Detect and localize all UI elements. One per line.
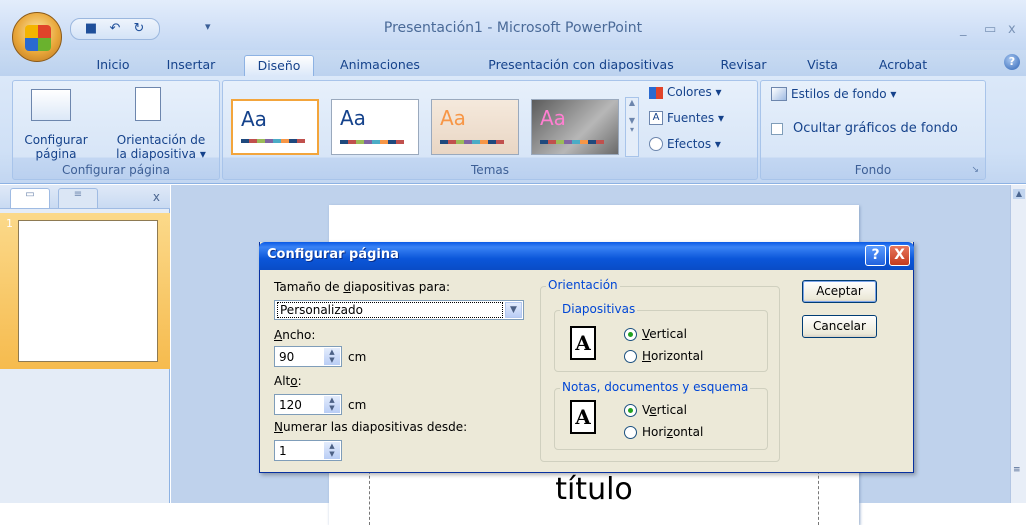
ribbon-tab-bar: Inicio Insertar Diseño Animaciones Prese…: [0, 50, 1026, 76]
slide-thumbnail[interactable]: [18, 220, 158, 362]
notes-orientation-legend: Notas, documentos y esquema: [560, 380, 751, 394]
tab-diseno[interactable]: Diseño: [244, 55, 314, 76]
window-title: Presentación1 - Microsoft PowerPoint: [383, 20, 643, 36]
slides-vertical-radio[interactable]: [624, 328, 637, 341]
slide-size-label: Tamaño de diapositivas para:: [274, 280, 451, 294]
ocultar-graficos-label: Ocultar gráficos de fondo: [793, 121, 958, 136]
group-temas: Aa Aa Aa Aa ▲ ▼ ▾ Colores ▾ A Fuentes ▾ Ef…: [222, 80, 758, 180]
chevron-down-icon[interactable]: ▼: [505, 302, 522, 318]
panel-close-button[interactable]: x: [153, 190, 160, 204]
vertical-scrollbar[interactable]: ▲ ≡: [1010, 185, 1026, 503]
group-label: Configurar página: [61, 163, 171, 177]
cancelar-button[interactable]: Cancelar: [802, 315, 877, 338]
notes-vertical-radio[interactable]: [624, 404, 637, 417]
dialog-titlebar[interactable]: Configurar página ? X: [259, 242, 914, 270]
configurar-pagina-button[interactable]: Configurar página: [13, 133, 99, 161]
theme-2[interactable]: Aa: [331, 99, 419, 155]
tab-vista[interactable]: Vista: [800, 55, 845, 76]
slides-horizontal-radio[interactable]: [624, 350, 637, 363]
portrait-page-icon: A: [570, 326, 596, 360]
alto-label: Alto:: [274, 374, 302, 388]
scroll-grip-icon[interactable]: ≡: [1013, 465, 1021, 475]
theme-office[interactable]: Aa: [231, 99, 319, 155]
minimize-button[interactable]: _: [960, 22, 967, 37]
office-logo-icon: [25, 25, 51, 51]
alto-unit: cm: [348, 398, 367, 412]
maximize-button[interactable]: ▭: [984, 22, 996, 37]
group-label: Temas: [471, 163, 509, 177]
numerar-label: Numerar las diapositivas desde:: [274, 420, 468, 434]
slide-title-text[interactable]: título: [329, 472, 859, 507]
office-button[interactable]: [12, 12, 62, 62]
numerar-spinner-icon[interactable]: ▲ ▼: [324, 442, 340, 459]
dialog-close-button[interactable]: X: [889, 245, 910, 266]
notes-vertical-label: Vertical: [642, 403, 687, 417]
slides-vertical-label: Vertical: [642, 327, 687, 341]
scroll-up-icon[interactable]: ▲: [1013, 189, 1025, 199]
slide-size-select[interactable]: Personalizado ▼: [274, 300, 524, 320]
alto-input[interactable]: 120 ▲ ▼: [274, 394, 342, 415]
slide-thumbnail-row[interactable]: 1: [0, 213, 170, 369]
notes-page-icon: A: [570, 400, 596, 434]
theme-3[interactable]: Aa: [431, 99, 519, 155]
ancho-input[interactable]: 90 ▲ ▼: [274, 346, 342, 367]
notes-horizontal-radio[interactable]: [624, 426, 637, 439]
title-bar: ■ ↶ ↻ ▾ Presentación1 - Microsoft PowerP…: [0, 0, 1026, 50]
theme-4[interactable]: Aa: [531, 99, 619, 155]
tab-presentacion[interactable]: Presentación con diapositivas: [466, 55, 696, 76]
fuentes-button[interactable]: Fuentes ▾: [667, 111, 724, 125]
ancho-spinner-icon[interactable]: ▲ ▼: [324, 348, 340, 365]
dialog-launcher-icon[interactable]: ↘: [971, 165, 979, 175]
tab-outline-icon[interactable]: ≡: [58, 188, 98, 208]
group-configurar-pagina: Configurar página Orientación de la diap…: [12, 80, 220, 180]
orientation-legend: Orientación: [546, 278, 620, 292]
tab-insertar[interactable]: Insertar: [160, 55, 222, 76]
help-icon[interactable]: ?: [1004, 54, 1020, 70]
orientacion-diapositiva-button[interactable]: Orientación de la diapositiva ▾: [99, 133, 223, 161]
notes-horizontal-label: Horizontal: [642, 425, 704, 439]
panel-tabs: ▭ ≡ x: [0, 185, 170, 209]
dialog-help-button[interactable]: ?: [865, 245, 886, 266]
fuentes-icon: A: [649, 111, 663, 125]
group-label: Fondo: [854, 163, 892, 177]
slides-panel: ▭ ≡ x 1: [0, 185, 170, 503]
tab-inicio[interactable]: Inicio: [88, 55, 138, 76]
colores-icon: [649, 87, 663, 99]
orientation-icon[interactable]: [135, 87, 161, 121]
group-fondo: Estilos de fondo ▾ Ocultar gráficos de f…: [760, 80, 986, 180]
themes-scroll[interactable]: ▲ ▼ ▾: [625, 97, 639, 157]
slides-horizontal-label: Horizontal: [642, 349, 704, 363]
slides-orientation-legend: Diapositivas: [560, 302, 638, 316]
ancho-label: Ancho:: [274, 328, 316, 342]
tab-acrobat[interactable]: Acrobat: [872, 55, 934, 76]
ancho-unit: cm: [348, 350, 367, 364]
ocultar-graficos-checkbox[interactable]: [771, 123, 783, 135]
aceptar-button[interactable]: Aceptar: [802, 280, 877, 303]
tab-slides-icon[interactable]: ▭: [10, 188, 50, 208]
ribbon: Configurar página Orientación de la diap…: [0, 76, 1026, 184]
numerar-input[interactable]: 1 ▲ ▼: [274, 440, 342, 461]
estilos-fondo-button[interactable]: Estilos de fondo ▾: [791, 87, 896, 101]
slide-number: 1: [6, 217, 13, 230]
tab-revisar[interactable]: Revisar: [716, 55, 771, 76]
efectos-icon: [649, 137, 663, 151]
colores-button[interactable]: Colores ▾: [667, 85, 722, 99]
tab-animaciones[interactable]: Animaciones: [330, 55, 430, 76]
estilos-fondo-icon: [771, 87, 787, 101]
close-button[interactable]: x: [1008, 22, 1016, 37]
efectos-button[interactable]: Efectos ▾: [667, 137, 721, 151]
alto-spinner-icon[interactable]: ▲ ▼: [324, 396, 340, 413]
page-setup-icon[interactable]: [31, 89, 71, 121]
dialog-title: Configurar página: [267, 247, 399, 262]
configurar-pagina-dialog: Configurar página ? X Tamaño de diaposit…: [259, 242, 914, 473]
